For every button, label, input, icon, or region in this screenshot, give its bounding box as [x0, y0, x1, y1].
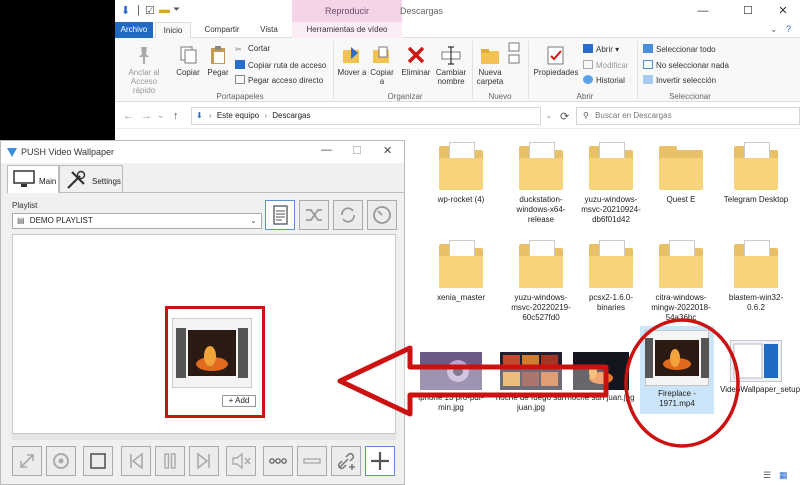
fireplace-circle-annotation	[624, 318, 740, 448]
add-button[interactable]: + Add	[222, 395, 256, 407]
annotation-layer	[337, 318, 740, 448]
plus-icon: +	[228, 396, 234, 405]
video-thumbnail	[171, 317, 253, 389]
drag-arrow-annotation	[337, 345, 609, 417]
add-label: Add	[235, 396, 250, 405]
